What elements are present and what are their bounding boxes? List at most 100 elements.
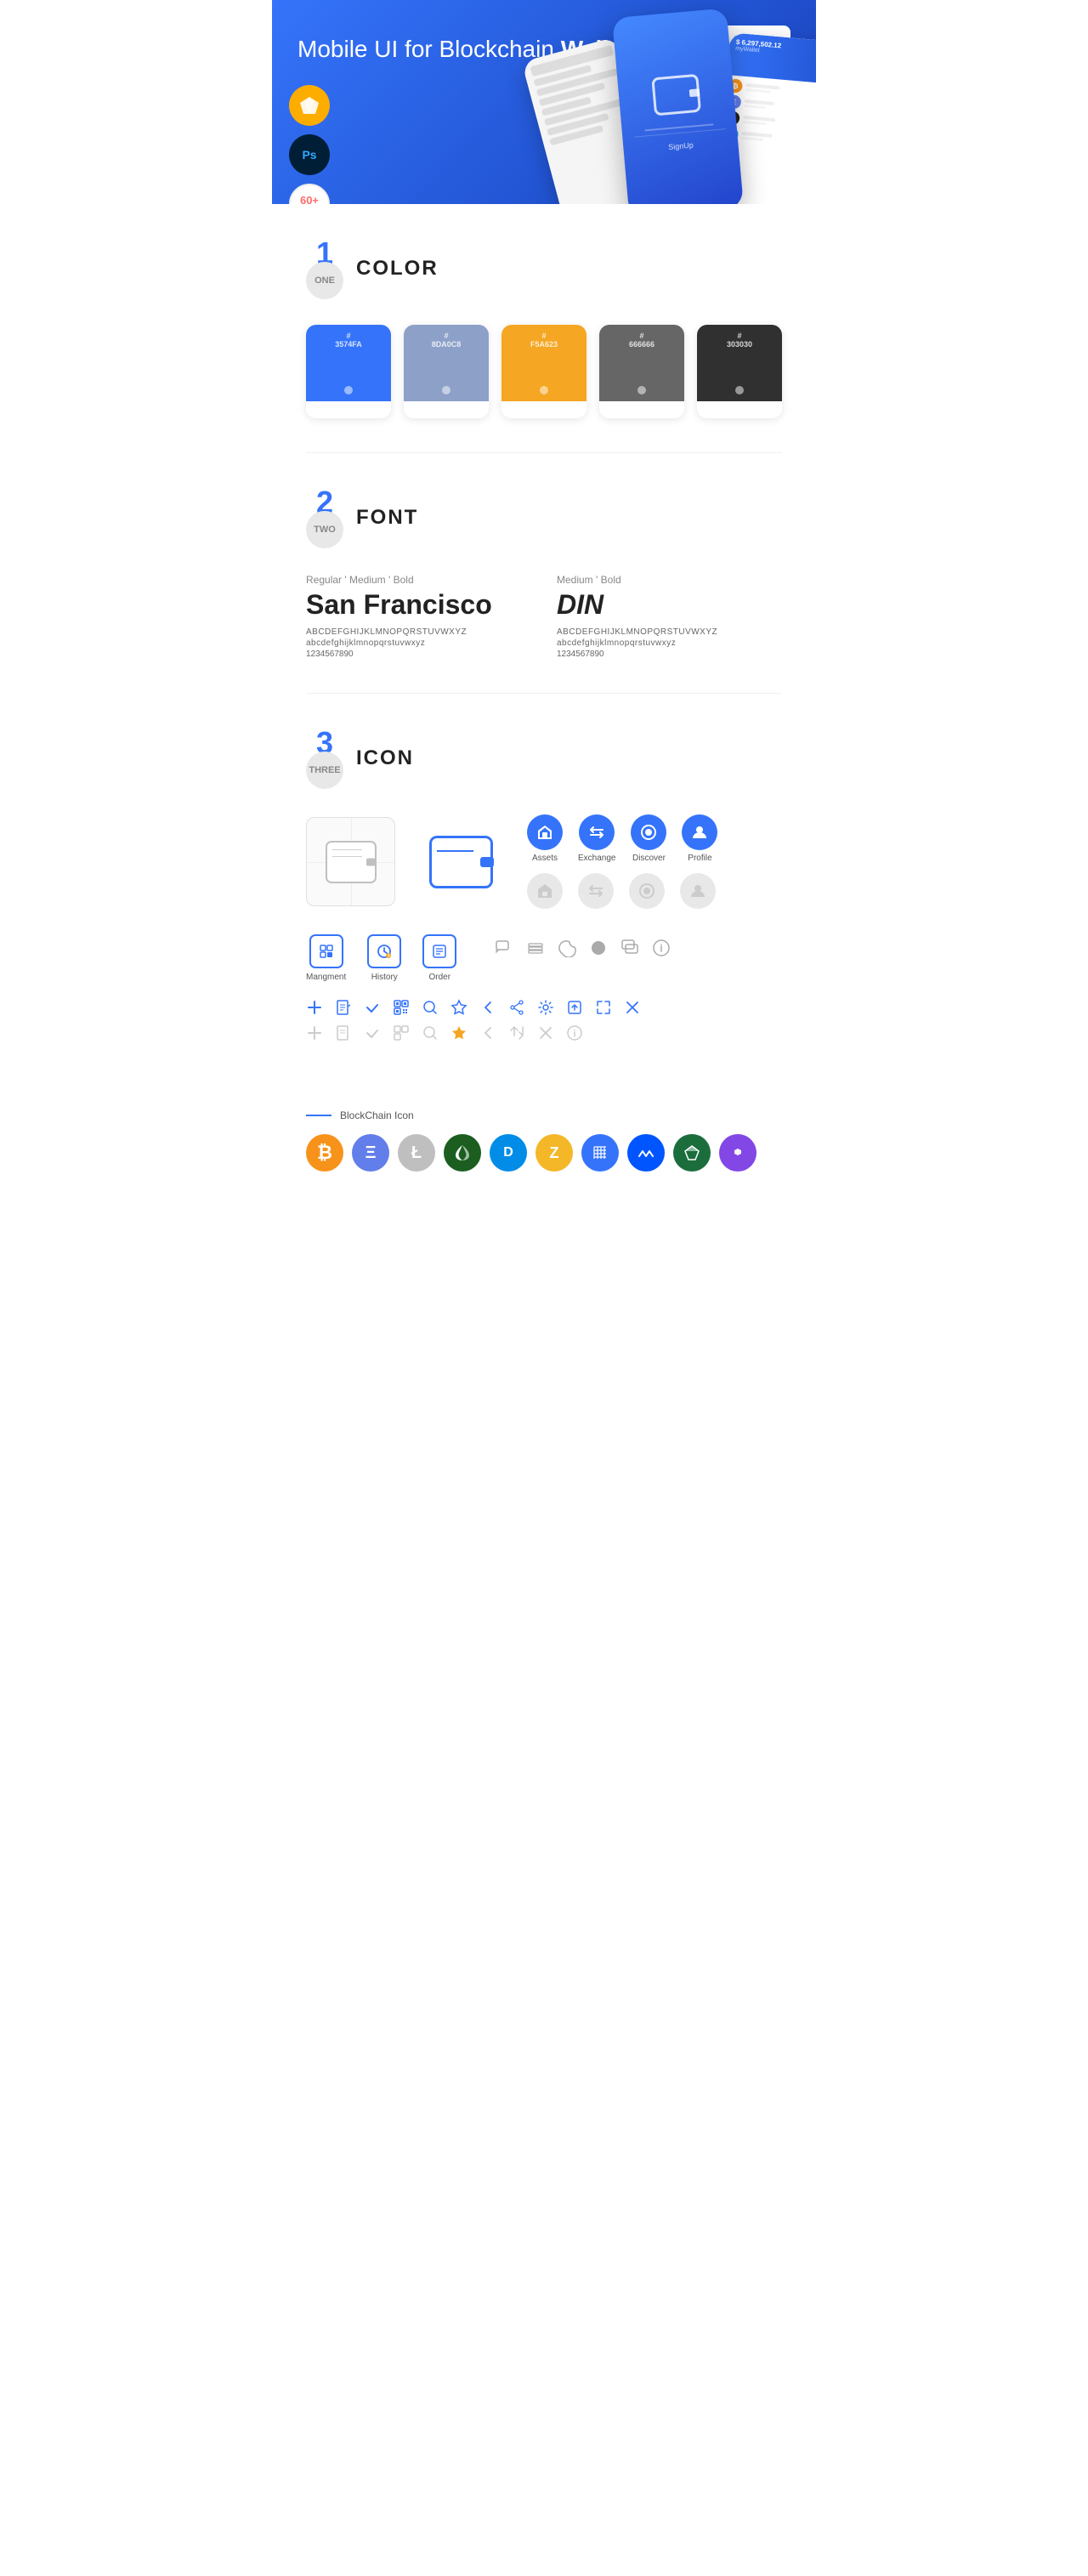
swatch-dark: #303030 [697, 325, 782, 418]
check-icon [364, 999, 381, 1016]
x-ghost-icon [537, 1024, 554, 1041]
stack-icon [526, 939, 545, 957]
nav-discover-active: Discover [631, 814, 666, 863]
discover-ghost-icon [638, 882, 655, 899]
litecoin-icon: Ł [398, 1134, 435, 1172]
plus-icon [306, 999, 323, 1016]
chevron-left-ghost-icon [479, 1024, 496, 1041]
icon-showcase-row: Assets Exchange Discover [306, 814, 782, 909]
section-header-color: 1 ONE COLOR [306, 238, 782, 299]
section-number-1: 1 ONE [306, 238, 343, 299]
qr-icon [393, 999, 410, 1016]
info-icon [652, 939, 671, 957]
blockchain-line [306, 1115, 332, 1116]
matic-icon [719, 1134, 756, 1172]
exchange-icon [588, 824, 605, 841]
discover-icon [640, 824, 657, 841]
zcash-icon: Z [536, 1134, 573, 1172]
color-grid: #3574FA #8DA0C8 #F5A623 #666666 [306, 325, 782, 418]
nav-assets-ghost [527, 873, 563, 909]
nav-discover-ghost [629, 873, 665, 909]
assets-ghost-icon [536, 882, 553, 899]
app-tab-icons: Mangment History Order [306, 934, 782, 982]
swatch-orange: #F5A623 [502, 325, 586, 418]
dash-icon: D [490, 1134, 527, 1172]
icon-wireframe-container [306, 817, 395, 906]
misc-icons-group [495, 939, 671, 957]
swatch-gray: #666666 [599, 325, 684, 418]
swatch-slate: #8DA0C8 [404, 325, 489, 418]
qr-ghost-icon [393, 1024, 410, 1041]
nav-icons-active: Assets Exchange Discover [527, 814, 717, 909]
exchange-ghost-icon [587, 882, 604, 899]
plus-ghost-icon [306, 1024, 323, 1041]
crypto-icons-row: ₿ Ξ Ł D Z [306, 1134, 782, 1172]
wallet-wireframe-icon [326, 841, 377, 883]
section-number-2: 2 TWO [306, 487, 343, 548]
ethereum-icon: Ξ [352, 1134, 389, 1172]
nav-profile-active: Profile [682, 814, 717, 863]
star-icon [450, 999, 468, 1016]
share-icon [508, 999, 525, 1016]
search-icon [422, 999, 439, 1016]
document-ghost-icon [335, 1024, 352, 1041]
hero-section: Mobile UI for Blockchain Wallet UI Kit P… [272, 0, 816, 204]
dot-icon [589, 939, 608, 957]
document-icon [335, 999, 352, 1016]
icon-blue-container [416, 817, 506, 906]
section-header-icon: 3 THREE ICON [306, 728, 782, 789]
moon-icon [558, 939, 576, 957]
section-number-3: 3 THREE [306, 728, 343, 789]
expand-icon [595, 999, 612, 1016]
nav-profile-ghost [680, 873, 716, 909]
font-sf: Regular ' Medium ' Bold San Francisco AB… [306, 574, 531, 659]
blockchain-label-row: BlockChain Icon [306, 1109, 782, 1121]
font-din: Medium ' Bold DIN ABCDEFGHIJKLMNOPQRSTUV… [557, 574, 782, 659]
color-section: 1 ONE COLOR #3574FA #8DA0C8 #F5A623 [272, 204, 816, 452]
history-icon [367, 934, 401, 968]
close-icon [624, 999, 641, 1016]
search-ghost-icon [422, 1024, 439, 1041]
mangment-icon-group: Mangment [306, 934, 346, 982]
screens-badge: 60+ Screens [289, 184, 330, 204]
sketch-badge [289, 85, 330, 126]
chevron-left-icon [479, 999, 496, 1016]
nav-exchange-ghost [578, 873, 614, 909]
tools-icons-row [306, 999, 782, 1016]
swatch-blue: #3574FA [306, 325, 391, 418]
nav-exchange-active: Exchange [578, 814, 615, 863]
vertcoin-icon [673, 1134, 711, 1172]
bitcoin-icon: ₿ [306, 1134, 343, 1172]
blockchain-section: BlockChain Icon ₿ Ξ Ł D Z [272, 1092, 816, 1206]
phones-showcase: SignUp $ 6,297,502.12 myWallet ₿ Ξ W [540, 13, 816, 204]
font-section: 2 TWO FONT Regular ' Medium ' Bold San F… [272, 453, 816, 693]
icon-section: 3 THREE ICON [272, 694, 816, 1092]
check-ghost-icon [364, 1024, 381, 1041]
chat-icon [495, 939, 513, 957]
nem-icon [444, 1134, 481, 1172]
upload-icon [566, 999, 583, 1016]
grid-icon [581, 1134, 619, 1172]
tools-icons-ghost-row [306, 1024, 782, 1041]
nav-icons-row-1: Assets Exchange Discover [527, 814, 717, 863]
hero-badges: Ps 60+ Screens [289, 85, 330, 204]
info-ghost-icon [566, 1024, 583, 1041]
mangment-icon [309, 934, 343, 968]
gear-icon [537, 999, 554, 1016]
star-filled-icon [450, 1024, 468, 1041]
ps-badge: Ps [289, 134, 330, 175]
order-icon [422, 934, 456, 968]
font-grid: Regular ' Medium ' Bold San Francisco AB… [306, 574, 782, 659]
speech-icon [620, 939, 639, 957]
wallet-blue-icon [429, 836, 493, 888]
section-header-font: 2 TWO FONT [306, 487, 782, 548]
history-icon-group: History [367, 934, 401, 982]
order-icon-group: Order [422, 934, 456, 982]
phone-middle: SignUp [612, 9, 744, 204]
wallet-icon [651, 73, 701, 116]
profile-icon [691, 824, 708, 841]
nav-assets-active: Assets [527, 814, 563, 863]
arrows-ghost-icon [508, 1024, 525, 1041]
profile-ghost-icon [689, 882, 706, 899]
waves-icon [627, 1134, 665, 1172]
